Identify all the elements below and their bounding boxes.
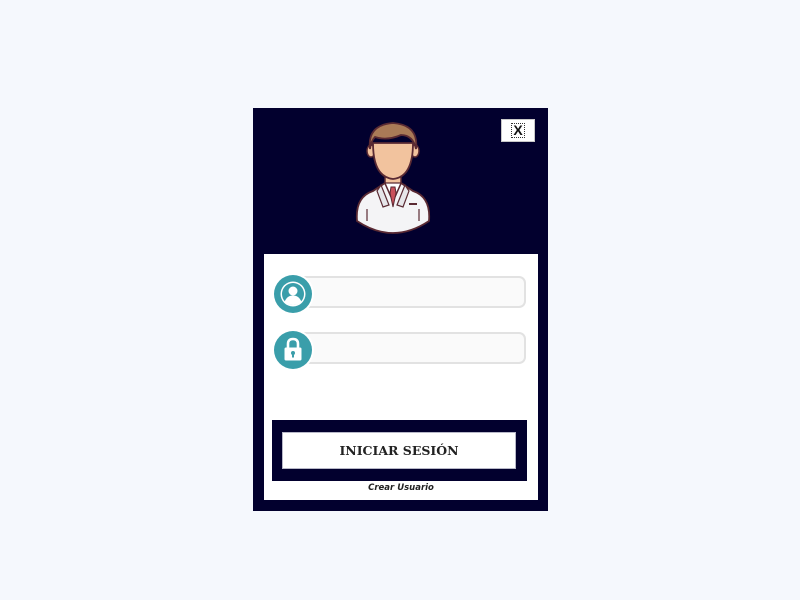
user-icon bbox=[280, 281, 306, 307]
create-user-link[interactable]: Crear Usuario bbox=[264, 483, 538, 493]
username-input[interactable] bbox=[296, 276, 526, 308]
login-dialog: X INICIAR SESIÓN Crear Usuario bbox=[253, 108, 548, 511]
lock-icon bbox=[284, 337, 302, 361]
password-input[interactable] bbox=[296, 332, 526, 364]
login-button-frame: INICIAR SESIÓN bbox=[272, 420, 527, 481]
close-button[interactable]: X bbox=[501, 119, 535, 142]
login-button[interactable]: INICIAR SESIÓN bbox=[282, 432, 516, 469]
password-badge bbox=[272, 329, 314, 371]
login-form: INICIAR SESIÓN Crear Usuario bbox=[264, 254, 538, 500]
password-field-group bbox=[272, 329, 528, 371]
username-field-group bbox=[272, 273, 528, 315]
doctor-avatar-icon bbox=[355, 122, 431, 234]
username-badge bbox=[272, 273, 314, 315]
close-icon: X bbox=[511, 122, 525, 138]
